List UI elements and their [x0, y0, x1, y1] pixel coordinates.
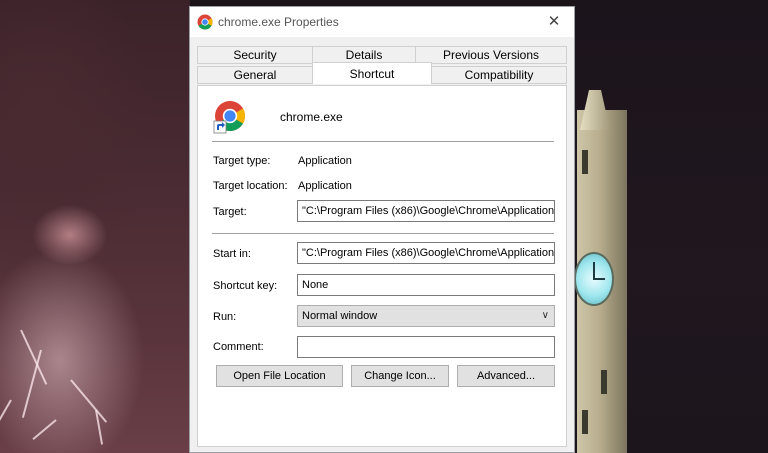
fireworks-background [0, 0, 190, 453]
close-icon[interactable]: ✕ [544, 12, 564, 32]
start-in-input[interactable]: "C:\Program Files (x86)\Google\Chrome\Ap… [297, 242, 555, 264]
tab-shortcut[interactable]: Shortcut [312, 62, 432, 84]
chevron-down-icon: ∨ [541, 310, 549, 321]
target-type-value: Application [298, 155, 352, 167]
chrome-icon [213, 101, 246, 134]
shortcut-key-input[interactable]: None [297, 274, 555, 296]
properties-dialog: chrome.exe Properties ✕ Security Details… [189, 6, 575, 453]
comment-label: Comment: [213, 341, 264, 353]
chrome-icon [197, 14, 213, 30]
target-location-label: Target location: [213, 180, 288, 192]
run-select-value: Normal window [302, 310, 378, 322]
tab-previous-versions[interactable]: Previous Versions [415, 46, 567, 64]
divider [212, 141, 554, 142]
start-in-label: Start in: [213, 248, 251, 260]
clock-face-icon [574, 252, 614, 306]
tab-compatibility[interactable]: Compatibility [431, 66, 567, 84]
target-location-value: Application [298, 180, 352, 192]
target-label: Target: [213, 206, 247, 218]
divider [212, 233, 554, 234]
shortcut-file-name: chrome.exe [280, 110, 343, 124]
advanced-button[interactable]: Advanced... [457, 365, 555, 387]
shortcut-key-label: Shortcut key: [213, 280, 278, 292]
tab-row-bottom: General Shortcut Compatibility [190, 62, 574, 85]
title-bar[interactable]: chrome.exe Properties ✕ [190, 7, 574, 37]
change-icon-button[interactable]: Change Icon... [351, 365, 449, 387]
run-label: Run: [213, 311, 237, 323]
window-title: chrome.exe Properties [218, 15, 339, 29]
shortcut-arrow-icon [213, 120, 227, 134]
tab-general[interactable]: General [197, 66, 313, 84]
target-input[interactable]: "C:\Program Files (x86)\Google\Chrome\Ap… [297, 200, 555, 222]
open-file-location-button[interactable]: Open File Location [216, 365, 343, 387]
tab-security[interactable]: Security [197, 46, 313, 64]
run-select[interactable]: Normal window ∨ [297, 305, 555, 327]
comment-input[interactable] [297, 336, 555, 358]
target-type-label: Target type: [213, 155, 271, 167]
shortcut-panel: chrome.exe Target type: Application Targ… [197, 85, 567, 447]
